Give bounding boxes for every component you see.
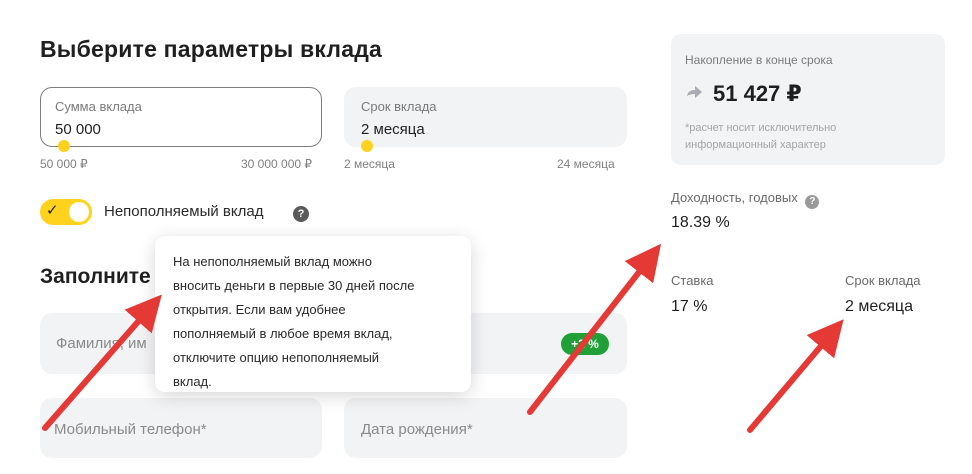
non-replenishable-toggle[interactable]: ✓: [40, 199, 92, 225]
toggle-label: Непополняемый вклад: [104, 203, 264, 220]
amount-slider-handle[interactable]: [58, 140, 70, 152]
tooltip-line-5: отключите опцию непополняемый: [173, 350, 380, 365]
page-title: Выберите параметры вклада: [40, 36, 382, 62]
help-tooltip: На непополняемый вклад можно вносить ден…: [155, 236, 471, 392]
term-slider-handle[interactable]: [361, 140, 373, 152]
term-range-min: 2 месяца: [344, 157, 395, 171]
phone-field[interactable]: Мобильный телефон*: [40, 398, 322, 458]
amount-range-max: 30 000 000 ₽: [241, 157, 313, 171]
accumulation-label: Накопление в конце срока: [685, 53, 833, 67]
tooltip-line-4: пополняемый в любое время вклад,: [173, 326, 393, 341]
amount-field-label: Сумма вклада: [55, 99, 142, 114]
accumulation-card: Накопление в конце срока 51 427 ₽ *расче…: [671, 34, 945, 165]
section-title: Заполните: [40, 265, 151, 288]
tooltip-line-6: вклад.: [173, 374, 212, 389]
amount-range-min: 50 000 ₽: [40, 157, 88, 171]
birthdate-placeholder: Дата рождения*: [361, 421, 473, 438]
question-circle-icon[interactable]: ?: [805, 195, 820, 209]
tooltip-line-1: На непополняемый вклад можно: [173, 254, 372, 269]
arrow-to-term: [747, 319, 844, 433]
accumulation-value: 51 427 ₽: [713, 81, 802, 106]
accumulation-amount: 51 427 ₽: [685, 81, 802, 107]
yield-label-text: Доходность, годовых: [671, 190, 798, 205]
birthdate-field[interactable]: Дата рождения*: [344, 398, 627, 458]
term-field-value[interactable]: 2 месяца: [361, 121, 425, 138]
amount-field[interactable]: Сумма вклада 50 000: [40, 87, 322, 147]
rate-label: Ставка: [671, 273, 714, 288]
term-summary-label: Срок вклада: [845, 273, 921, 288]
amount-field-value[interactable]: 50 000: [55, 121, 101, 138]
tooltip-line-2: вносить деньги в первые 30 дней после: [173, 278, 415, 293]
yield-label: Доходность, годовых ?: [671, 190, 820, 209]
question-circle-icon[interactable]: ?: [293, 206, 309, 222]
check-icon: ✓: [46, 202, 59, 219]
term-summary-value: 2 месяца: [845, 298, 913, 315]
fio-placeholder: Фамилия, им: [56, 335, 147, 352]
term-range-max: 24 месяца: [557, 157, 615, 171]
yield-value: 18.39 %: [671, 214, 730, 231]
disclaimer-note: *расчет носит исключительно информационн…: [685, 122, 837, 151]
phone-placeholder: Мобильный телефон*: [54, 421, 207, 438]
refresh-arrow-icon: [687, 86, 702, 98]
discount-badge: +2 %: [561, 333, 609, 355]
term-field[interactable]: Срок вклада 2 месяца: [344, 87, 627, 147]
term-field-label: Срок вклада: [361, 99, 437, 114]
toggle-knob: [69, 202, 89, 222]
rate-value: 17 %: [671, 298, 708, 315]
tooltip-line-3: открытия. Если вам удобнее: [173, 302, 346, 317]
